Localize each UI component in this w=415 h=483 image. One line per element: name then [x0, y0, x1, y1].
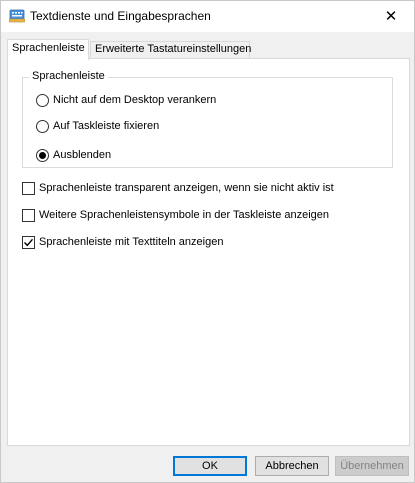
checkbox-label: Sprachenleiste mit Texttiteln anzeigen [39, 236, 224, 248]
checkbox[interactable] [22, 208, 35, 222]
radio-button[interactable] [36, 93, 49, 107]
checkbox-checked[interactable] [22, 235, 35, 249]
checkbox-label: Weitere Sprachenleistensymbole in der Ta… [39, 209, 330, 221]
window-title: Textdienste und Eingabesprachen [30, 9, 211, 23]
radio-button[interactable] [36, 119, 49, 133]
radio-label: Ausblenden [53, 149, 112, 161]
ok-button[interactable]: OK [173, 456, 247, 476]
checkbox[interactable] [22, 181, 35, 195]
apply-button[interactable]: Übernehmen [335, 456, 409, 476]
checkbox-label: Sprachenleiste transparent anzeigen, wen… [39, 182, 334, 194]
dialog-window: Textdienste und Eingabesprachen ✕ Sprach… [0, 0, 415, 483]
close-icon: ✕ [384, 8, 398, 25]
tab-label: Erweiterte Tastatureinstellungen [95, 43, 252, 55]
tab-panel: Sprachenleiste Nicht auf dem Desktop ver… [7, 58, 410, 446]
tab-strip: Sprachenleiste Erweiterte Tastatureinste… [7, 39, 409, 60]
radio-label: Nicht auf dem Desktop verankern [53, 94, 217, 106]
radio-docked-taskbar[interactable]: Auf Taskleiste fixieren [36, 118, 159, 134]
language-bar-group: Sprachenleiste Nicht auf dem Desktop ver… [22, 70, 393, 168]
checkmark-icon [24, 238, 34, 246]
radio-button-selected[interactable] [36, 148, 49, 162]
group-legend: Sprachenleiste [29, 70, 108, 82]
checkbox-text-labels[interactable]: Sprachenleiste mit Texttiteln anzeigen [22, 234, 223, 250]
tab-sprachenleiste[interactable]: Sprachenleiste [7, 39, 89, 60]
radio-not-docked[interactable]: Nicht auf dem Desktop verankern [36, 92, 216, 108]
checkbox-additional-icons[interactable]: Weitere Sprachenleistensymbole in der Ta… [22, 207, 329, 223]
close-button[interactable]: ✕ [368, 1, 414, 31]
tab-label: Sprachenleiste [12, 42, 85, 54]
radio-label: Auf Taskleiste fixieren [53, 120, 160, 132]
checkbox-transparent[interactable]: Sprachenleiste transparent anzeigen, wen… [22, 180, 334, 196]
cancel-button[interactable]: Abbrechen [255, 456, 329, 476]
title-bar[interactable]: Textdienste und Eingabesprachen ✕ [1, 1, 414, 32]
keyboard-language-icon [9, 9, 25, 23]
tab-erweiterte-tastatureinstellungen[interactable]: Erweiterte Tastatureinstellungen [90, 41, 252, 59]
radio-hidden[interactable]: Ausblenden [36, 147, 111, 163]
